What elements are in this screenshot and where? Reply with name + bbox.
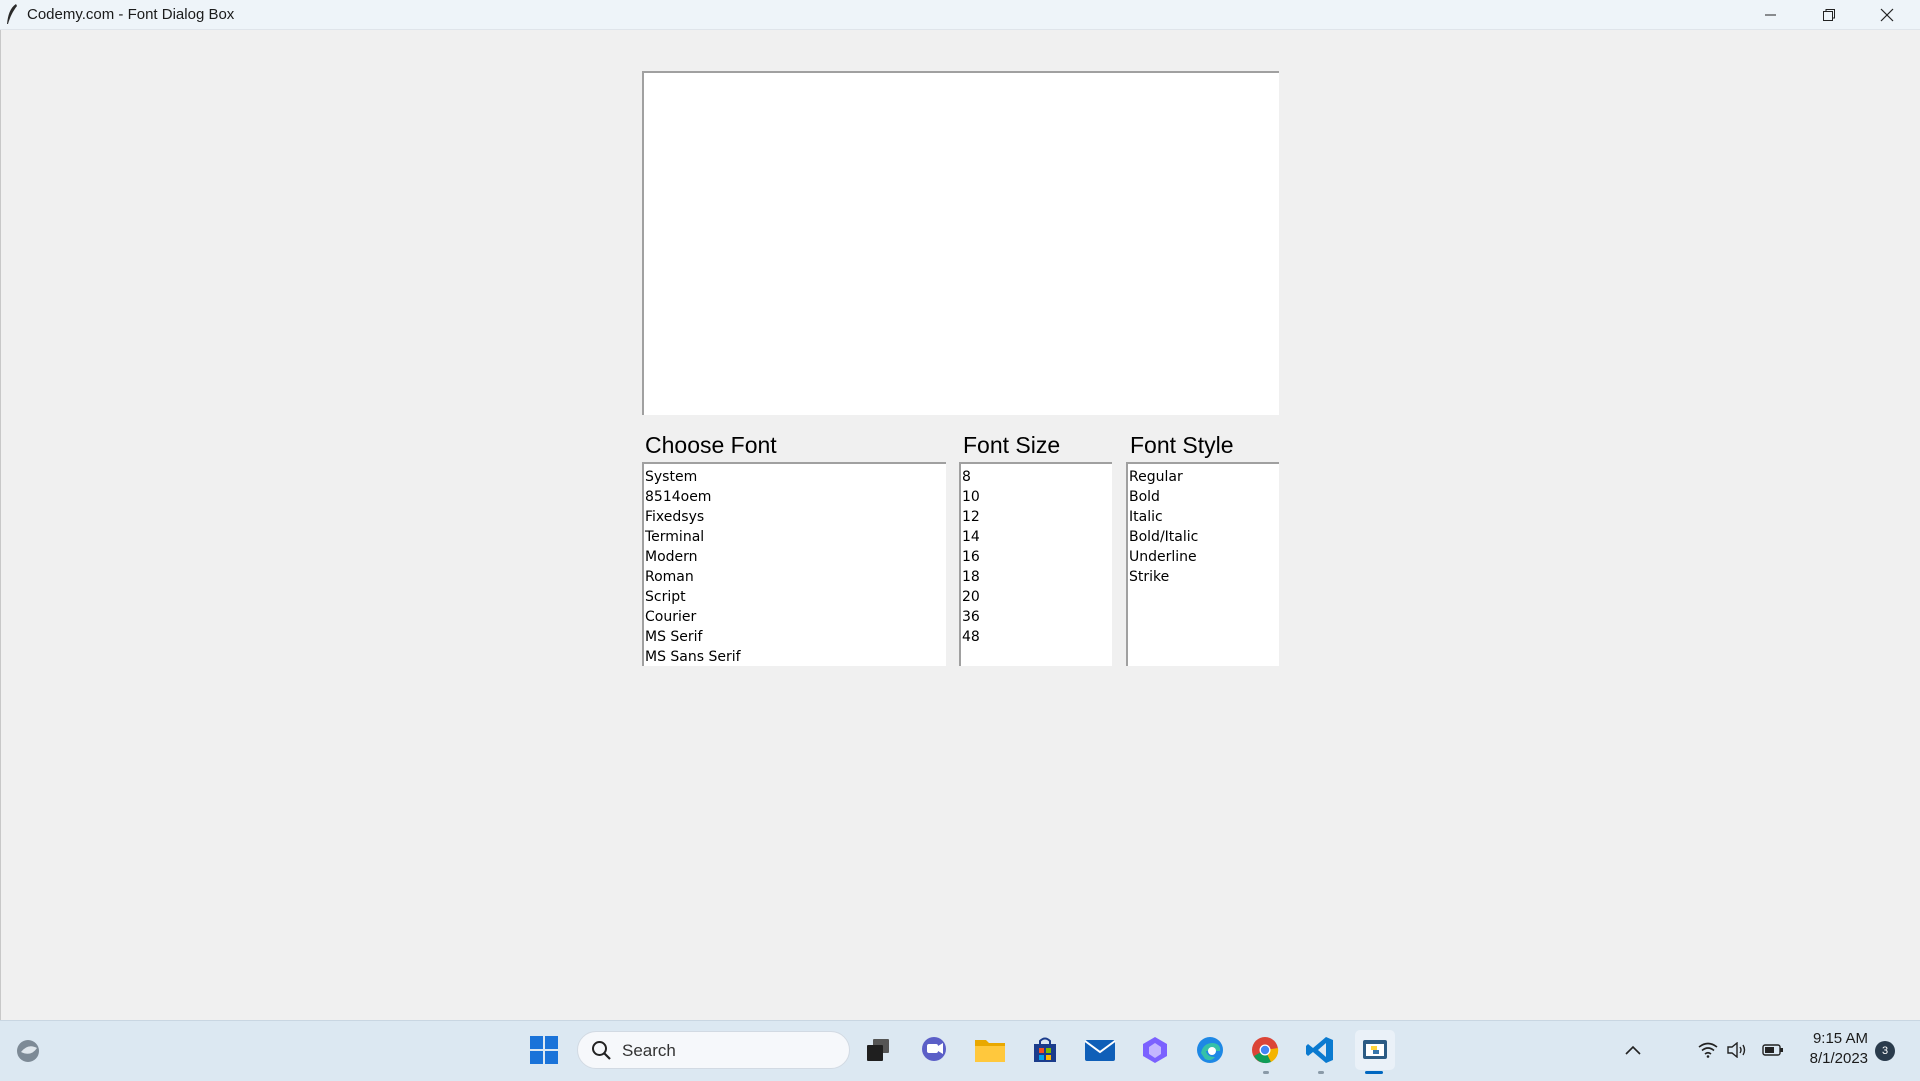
font-list-item[interactable]: System (644, 467, 946, 487)
restore-button[interactable] (1800, 0, 1858, 29)
vscode-running-indicator (1318, 1071, 1324, 1074)
close-icon (1880, 8, 1894, 22)
clock-date[interactable]: 8/1/2023 (1796, 1050, 1868, 1067)
style-list-item[interactable]: Strike (1128, 567, 1279, 587)
style-list-item[interactable]: Bold/Italic (1128, 527, 1279, 547)
chrome-running-indicator (1263, 1071, 1269, 1074)
taskbar-search-box[interactable]: Search (577, 1031, 850, 1069)
size-list-item[interactable]: 8 (961, 467, 1112, 487)
preview-text-area[interactable] (642, 71, 1279, 415)
edge-icon[interactable] (1190, 1030, 1230, 1070)
teams-chat-icon[interactable] (914, 1030, 954, 1070)
file-explorer-icon[interactable] (970, 1030, 1010, 1070)
restore-icon (1822, 8, 1836, 22)
size-list-item[interactable]: 16 (961, 547, 1112, 567)
search-icon (591, 1040, 612, 1066)
font-style-label: Font Style (1130, 432, 1234, 458)
size-list-item[interactable]: 36 (961, 607, 1112, 627)
python-active-indicator (1365, 1071, 1383, 1074)
font-size-label: Font Size (963, 432, 1061, 458)
size-list-item[interactable]: 20 (961, 587, 1112, 607)
font-list-item[interactable]: 8514oem (644, 487, 946, 507)
minimize-button[interactable] (1742, 0, 1800, 29)
font-list-item[interactable]: Terminal (644, 527, 946, 547)
style-list-item[interactable]: Underline (1128, 547, 1279, 567)
style-listbox[interactable]: Regular Bold Italic Bold/Italic Underlin… (1126, 462, 1279, 666)
window-client: Choose Font Font Size Font Style System … (0, 30, 1920, 1020)
style-list-item[interactable]: Italic (1128, 507, 1279, 527)
feather-icon (5, 3, 19, 25)
font-list-item[interactable]: Modern (644, 547, 946, 567)
font-list-item[interactable]: Courier (644, 607, 946, 627)
notification-badge[interactable]: 3 (1875, 1041, 1895, 1061)
wifi-icon[interactable] (1693, 1030, 1723, 1070)
store-icon[interactable] (1025, 1030, 1065, 1070)
size-list-item[interactable]: 14 (961, 527, 1112, 547)
copilot-icon[interactable] (1135, 1030, 1175, 1070)
mail-icon[interactable] (1080, 1030, 1120, 1070)
volume-icon[interactable] (1722, 1030, 1752, 1070)
size-list-item[interactable]: 12 (961, 507, 1112, 527)
search-placeholder: Search (622, 1041, 676, 1060)
font-listbox[interactable]: System 8514oem Fixedsys Terminal Modern … (642, 462, 946, 666)
battery-icon[interactable] (1758, 1030, 1788, 1070)
widgets-icon[interactable] (8, 1030, 48, 1070)
minimize-icon (1765, 9, 1777, 21)
task-view-icon[interactable] (858, 1030, 898, 1070)
font-list-item[interactable]: MS Serif (644, 627, 946, 647)
font-list-item[interactable]: Fixedsys (644, 507, 946, 527)
title-bar[interactable]: Codemy.com - Font Dialog Box (0, 0, 1920, 30)
python-app-icon[interactable] (1355, 1030, 1395, 1070)
size-list-item[interactable]: 48 (961, 627, 1112, 647)
clock-time[interactable]: 9:15 AM (1796, 1030, 1868, 1047)
size-listbox[interactable]: 8 10 12 14 16 18 20 36 48 (959, 462, 1112, 666)
choose-font-label: Choose Font (645, 432, 777, 458)
style-list-item[interactable]: Bold (1128, 487, 1279, 507)
window-title: Codemy.com - Font Dialog Box (27, 6, 235, 23)
size-list-item[interactable]: 18 (961, 567, 1112, 587)
start-icon[interactable] (524, 1030, 564, 1070)
font-list-item[interactable]: Script (644, 587, 946, 607)
vscode-icon[interactable] (1300, 1030, 1340, 1070)
size-list-item[interactable]: 10 (961, 487, 1112, 507)
font-list-item[interactable]: Roman (644, 567, 946, 587)
chrome-icon[interactable] (1245, 1030, 1285, 1070)
font-list-item[interactable]: MS Sans Serif (644, 647, 946, 667)
close-button[interactable] (1858, 0, 1916, 29)
style-list-item[interactable]: Regular (1128, 467, 1279, 487)
chevron-up-icon[interactable] (1613, 1030, 1653, 1070)
